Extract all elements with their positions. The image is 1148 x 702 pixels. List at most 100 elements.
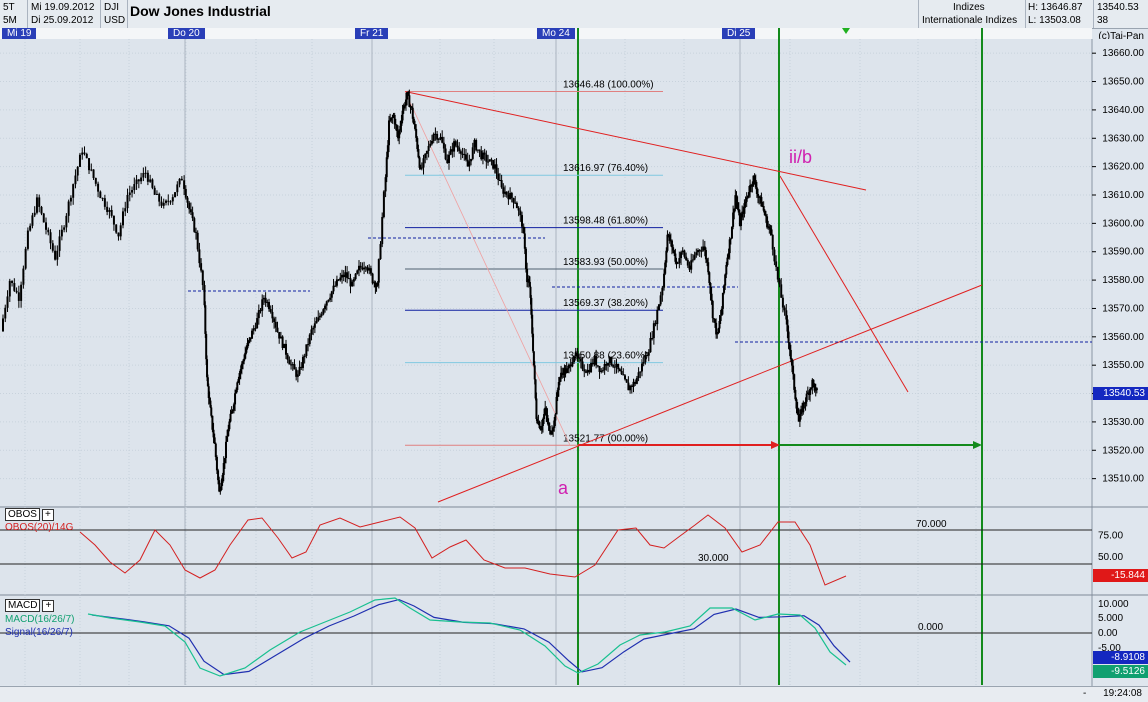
candle-body — [29, 225, 32, 231]
candle-body — [387, 120, 390, 146]
candle-body — [425, 150, 428, 154]
candle-body — [22, 268, 25, 285]
candle-body — [377, 259, 380, 283]
candle-body — [11, 280, 14, 284]
clock: 19:24:08 — [1103, 688, 1142, 699]
candle-body — [470, 158, 473, 162]
obos-tick-label: 75.00 — [1098, 531, 1123, 542]
fib-level-label: 13569.37 (38.20%) — [563, 298, 648, 309]
candle-body — [276, 327, 279, 333]
candle-body — [661, 287, 664, 296]
candle-body — [257, 310, 260, 319]
candle-body — [286, 354, 289, 360]
price-panel-bg — [0, 39, 1092, 507]
candle-body — [83, 152, 86, 154]
candle-body — [805, 393, 808, 402]
candle-body — [458, 147, 461, 152]
candle-body — [773, 249, 776, 262]
candle-body — [171, 197, 174, 202]
candle-body — [456, 145, 459, 148]
candle-body — [815, 388, 818, 391]
candle-body — [429, 143, 432, 146]
obos-add-icon[interactable]: + — [41, 509, 54, 521]
candle-body — [663, 273, 666, 288]
candle-body — [308, 334, 311, 345]
candle-body — [4, 307, 7, 319]
candle-body — [625, 379, 628, 383]
candle-body — [67, 201, 70, 216]
candle-body — [329, 297, 332, 300]
candle-body — [65, 215, 68, 228]
candle-body — [371, 273, 374, 284]
price-tick-label: 13510.00 — [1102, 474, 1144, 485]
macd-tag[interactable]: MACD — [5, 599, 41, 612]
candle-body — [269, 309, 272, 312]
scroll-dash[interactable]: - — [1083, 688, 1086, 699]
candle-body — [554, 414, 557, 421]
candle-body — [35, 197, 38, 213]
candle-body — [133, 184, 136, 191]
candle-body — [512, 198, 515, 203]
macd-add-icon[interactable]: + — [42, 600, 55, 612]
candle-body — [497, 173, 500, 181]
candle-body — [339, 277, 342, 281]
price-tick-label: 13640.00 — [1102, 105, 1144, 116]
candle-body — [359, 265, 362, 268]
candle-body — [293, 364, 296, 370]
chart-canvas[interactable]: 13660.00 13650.00 13640.00 13630.00 13620.00… — [0, 0, 1148, 701]
marker-triangle — [842, 28, 850, 34]
candle-body — [72, 184, 75, 198]
candle-body — [234, 393, 237, 405]
candle-body — [505, 191, 508, 195]
candle-body — [710, 293, 713, 301]
candle-body — [284, 343, 287, 355]
candle-body — [176, 184, 179, 193]
candle-body — [271, 311, 274, 319]
candle-body — [787, 331, 790, 343]
candle-body — [94, 178, 97, 184]
candle-body — [320, 314, 323, 316]
candle-body — [579, 358, 582, 362]
candle-body — [193, 218, 196, 232]
candle-body — [126, 195, 129, 209]
candle-body — [665, 250, 668, 263]
candle-body — [622, 374, 625, 376]
candle-body — [13, 283, 16, 291]
candle-body — [640, 363, 643, 372]
candle-body — [155, 193, 158, 195]
candle-body — [781, 297, 784, 308]
last-price-tag: 13540.53 — [1093, 387, 1148, 400]
obos-tick-label: 50.00 — [1098, 552, 1123, 563]
price-tick-label: 13570.00 — [1102, 303, 1144, 314]
candle-body — [471, 147, 474, 159]
candle-body — [318, 315, 321, 318]
candle-body — [303, 355, 306, 357]
macd-tick-label: 0.00 — [1098, 628, 1118, 639]
candle-body — [635, 378, 638, 384]
candle-body — [442, 142, 445, 149]
candle-body — [427, 145, 430, 151]
candle-body — [310, 329, 313, 335]
candle-body — [812, 379, 815, 384]
candle-body — [487, 161, 490, 163]
candle-body — [444, 148, 447, 160]
candle-body — [169, 201, 172, 203]
candle-body — [485, 154, 488, 162]
candle-body — [639, 371, 642, 373]
price-tick-label: 13660.00 — [1102, 48, 1144, 59]
obos-series-label: OBOS(20)/14G — [5, 522, 74, 533]
candle-body — [695, 252, 698, 256]
candle-body — [273, 318, 276, 322]
candle-body — [468, 161, 471, 167]
obos-tag[interactable]: OBOS — [5, 508, 40, 521]
candle-body — [475, 140, 478, 151]
candle-body — [288, 359, 291, 365]
macd-tick-label: 10.000 — [1098, 599, 1129, 610]
candle-body — [228, 421, 231, 430]
macd-panel-label[interactable]: MACD + — [5, 599, 55, 612]
candle-body — [519, 210, 522, 216]
obos-panel-label[interactable]: OBOS + — [5, 508, 54, 521]
candle-body — [92, 169, 95, 179]
candle-body — [432, 133, 435, 141]
candle-body — [385, 157, 388, 178]
